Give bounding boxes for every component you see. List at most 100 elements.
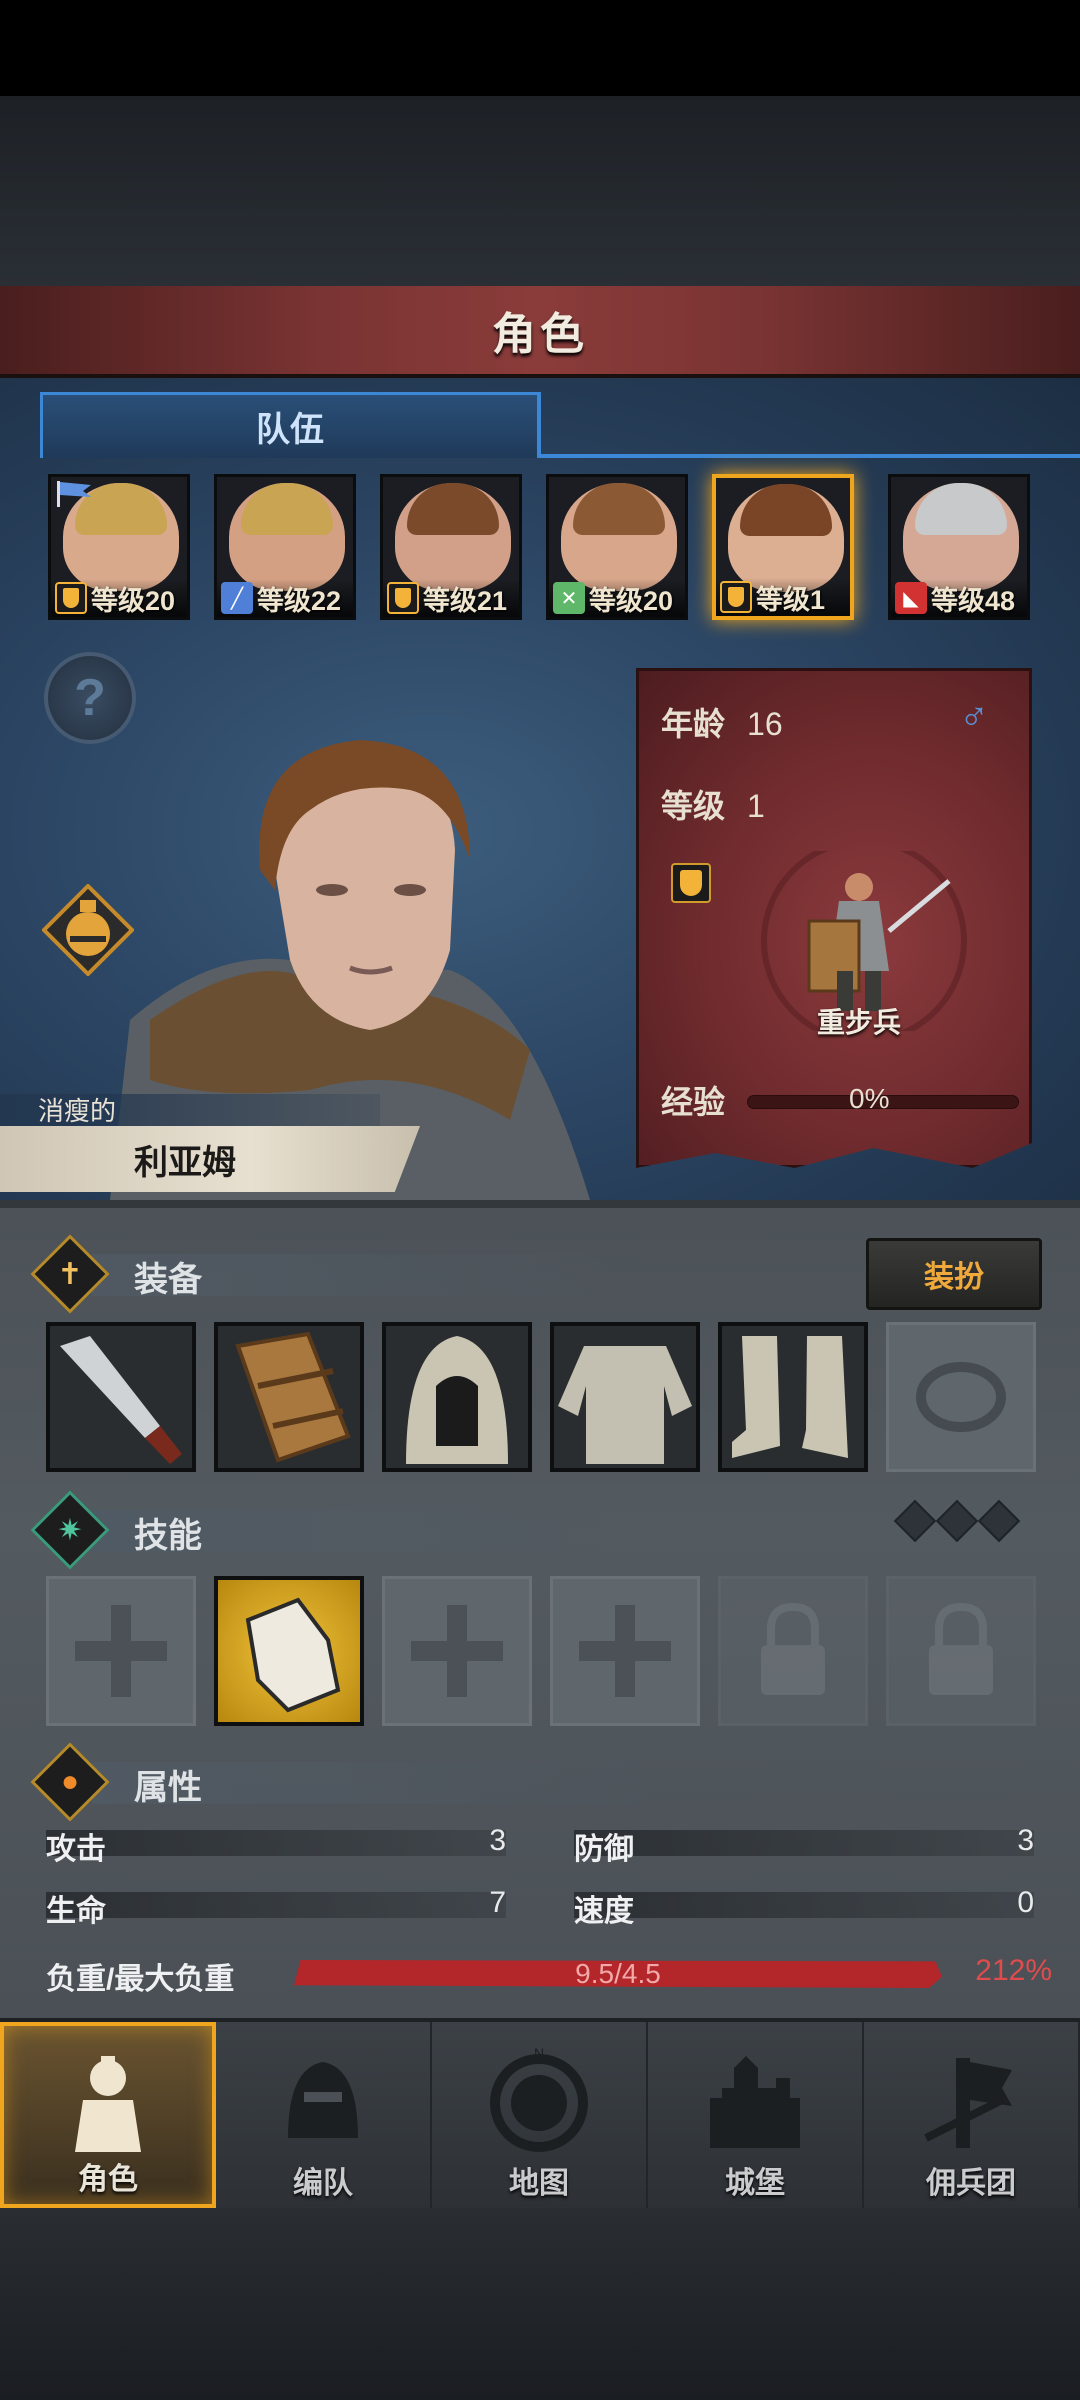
skill-slot-locked — [886, 1576, 1036, 1726]
equip-slot-head[interactable] — [382, 1322, 532, 1472]
person-icon: ● — [60, 1765, 80, 1798]
party-member[interactable]: ✕ 等级20 — [546, 474, 688, 620]
page-title: 角色 — [492, 310, 588, 359]
weight-bar: 9.5/4.5 — [294, 1960, 942, 1988]
stat-defense: 防御 3 — [574, 1824, 1034, 1866]
nav-mercenaries[interactable]: 佣兵团 — [864, 2022, 1080, 2208]
member-avatar — [728, 484, 844, 592]
member-level: 等级21 — [423, 585, 508, 616]
equipment-label: 装备 — [134, 1261, 202, 1299]
wolf-icon: ◣ — [895, 582, 927, 614]
level-value: 1 — [747, 788, 765, 824]
helmet-icon — [288, 2062, 358, 2138]
nav-castle[interactable]: 城堡 — [648, 2022, 864, 2208]
member-level: 等级20 — [91, 585, 176, 616]
skill-slots — [46, 1576, 1046, 1730]
shield-icon — [55, 582, 87, 614]
tab-strip: 队伍 — [40, 392, 1080, 458]
weight-row: 负重/最大负重 9.5/4.5 212% — [46, 1950, 1052, 1996]
skills-header: ✷ 技能 — [30, 1490, 1046, 1570]
svg-text:N: N — [534, 2048, 544, 2061]
member-avatar — [229, 483, 345, 591]
title-banner: 角色 — [0, 286, 1080, 378]
stat-speed: 速度 0 — [574, 1886, 1034, 1928]
crossed-swords-icon: ✕ — [553, 582, 585, 614]
character-name: 利亚姆 — [134, 1143, 236, 1182]
cross-icon — [411, 1605, 503, 1697]
cross-icon — [579, 1605, 671, 1697]
gauntlet-icon — [245, 1597, 341, 1713]
member-avatar — [395, 483, 511, 591]
member-level: 等级22 — [257, 585, 342, 616]
weight-value: 9.5/4.5 — [575, 1958, 661, 1989]
sword-icon: ╱ — [221, 582, 253, 614]
party-member-selected[interactable]: 等级1 — [712, 474, 854, 620]
age-row: 年龄 16 — [661, 706, 783, 742]
equip-slot-ring[interactable] — [886, 1322, 1036, 1472]
cross-icon: ✝ — [57, 1257, 83, 1291]
member-avatar — [561, 483, 677, 591]
party-member[interactable]: ╱ 等级22 — [214, 474, 356, 620]
tab-underline — [537, 454, 1080, 458]
equip-slot-feet[interactable] — [718, 1322, 868, 1472]
compass-map-icon: N — [490, 2048, 588, 2152]
speed-value: 0 — [1017, 1886, 1034, 1919]
equipment-slots — [46, 1322, 1046, 1476]
dress-up-button[interactable]: 装扮 — [866, 1238, 1042, 1310]
party-member[interactable]: ◣ 等级48 — [888, 474, 1030, 620]
tab-party[interactable]: 队伍 — [40, 392, 540, 458]
nav-character[interactable]: 角色 — [0, 2022, 216, 2208]
lock-icon — [761, 1602, 825, 1695]
party-member[interactable]: 等级20 — [48, 474, 190, 620]
lock-icon — [929, 1602, 993, 1695]
wooden-shield-icon — [235, 1331, 351, 1463]
ring-icon — [916, 1362, 1006, 1432]
bottom-nav: 角色 编队 N 地图 城堡 佣兵团 — [0, 2018, 1080, 2208]
equip-slot-body[interactable] — [550, 1322, 700, 1472]
star-icon: ✷ — [57, 1513, 83, 1547]
member-level: 等级1 — [756, 584, 826, 615]
attributes-header: ● 属性 — [30, 1742, 1046, 1822]
shield-icon — [720, 581, 752, 613]
cross-icon — [75, 1605, 167, 1697]
chainmail-hood-icon — [406, 1336, 508, 1464]
equip-slot-shield[interactable] — [214, 1322, 364, 1472]
party-member[interactable]: 等级21 — [380, 474, 522, 620]
question-icon: ? — [74, 669, 106, 727]
weight-percent: 212% — [975, 1954, 1052, 1987]
shield-icon — [387, 582, 419, 614]
attack-value: 3 — [489, 1824, 506, 1857]
skill-slot-empty[interactable] — [382, 1576, 532, 1726]
character-epithet: 消瘦的 — [0, 1094, 380, 1128]
skill-slot-empty[interactable] — [46, 1576, 196, 1726]
shield-icon — [671, 863, 711, 903]
weight-label: 负重/最大负重 — [46, 1963, 235, 1996]
skills-label: 技能 — [134, 1517, 202, 1555]
skill-point-icon — [935, 1499, 979, 1543]
nav-formation[interactable]: 编队 — [216, 2022, 432, 2208]
party-roster: 等级20 ╱ 等级22 等级21 ✕ 等级20 等级1 ◣ 等级48 — [48, 474, 1038, 622]
level-row: 等级 1 — [661, 788, 765, 824]
tab-divider — [537, 392, 541, 458]
banner-sword-icon — [924, 2058, 1012, 2148]
nav-map[interactable]: N 地图 — [432, 2022, 648, 2208]
equip-slot-weapon[interactable] — [46, 1322, 196, 1472]
bottom-background — [0, 2208, 1080, 2400]
header-background — [0, 96, 1080, 286]
member-level: 等级20 — [589, 585, 674, 616]
stat-hp: 生命 7 — [46, 1886, 506, 1928]
skill-point-icon — [893, 1499, 937, 1543]
skill-points — [893, 1499, 1021, 1546]
skill-slot-locked — [718, 1576, 868, 1726]
tab-party-label: 队伍 — [256, 411, 324, 449]
attributes-label: 属性 — [134, 1769, 202, 1807]
defense-value: 3 — [1017, 1824, 1034, 1857]
skill-slot-gauntlet[interactable] — [214, 1576, 364, 1726]
member-level: 等级48 — [931, 585, 1016, 616]
exp-percent: 0% — [849, 1083, 890, 1114]
chainmail-shirt-icon — [558, 1346, 692, 1464]
skill-slot-empty[interactable] — [550, 1576, 700, 1726]
character-info-card: 年龄 16 ♂ 等级 1 重步兵 经验 0% — [636, 668, 1032, 1168]
character-name-plate[interactable]: 利亚姆 — [0, 1126, 420, 1192]
stat-attack: 攻击 3 — [46, 1824, 506, 1866]
